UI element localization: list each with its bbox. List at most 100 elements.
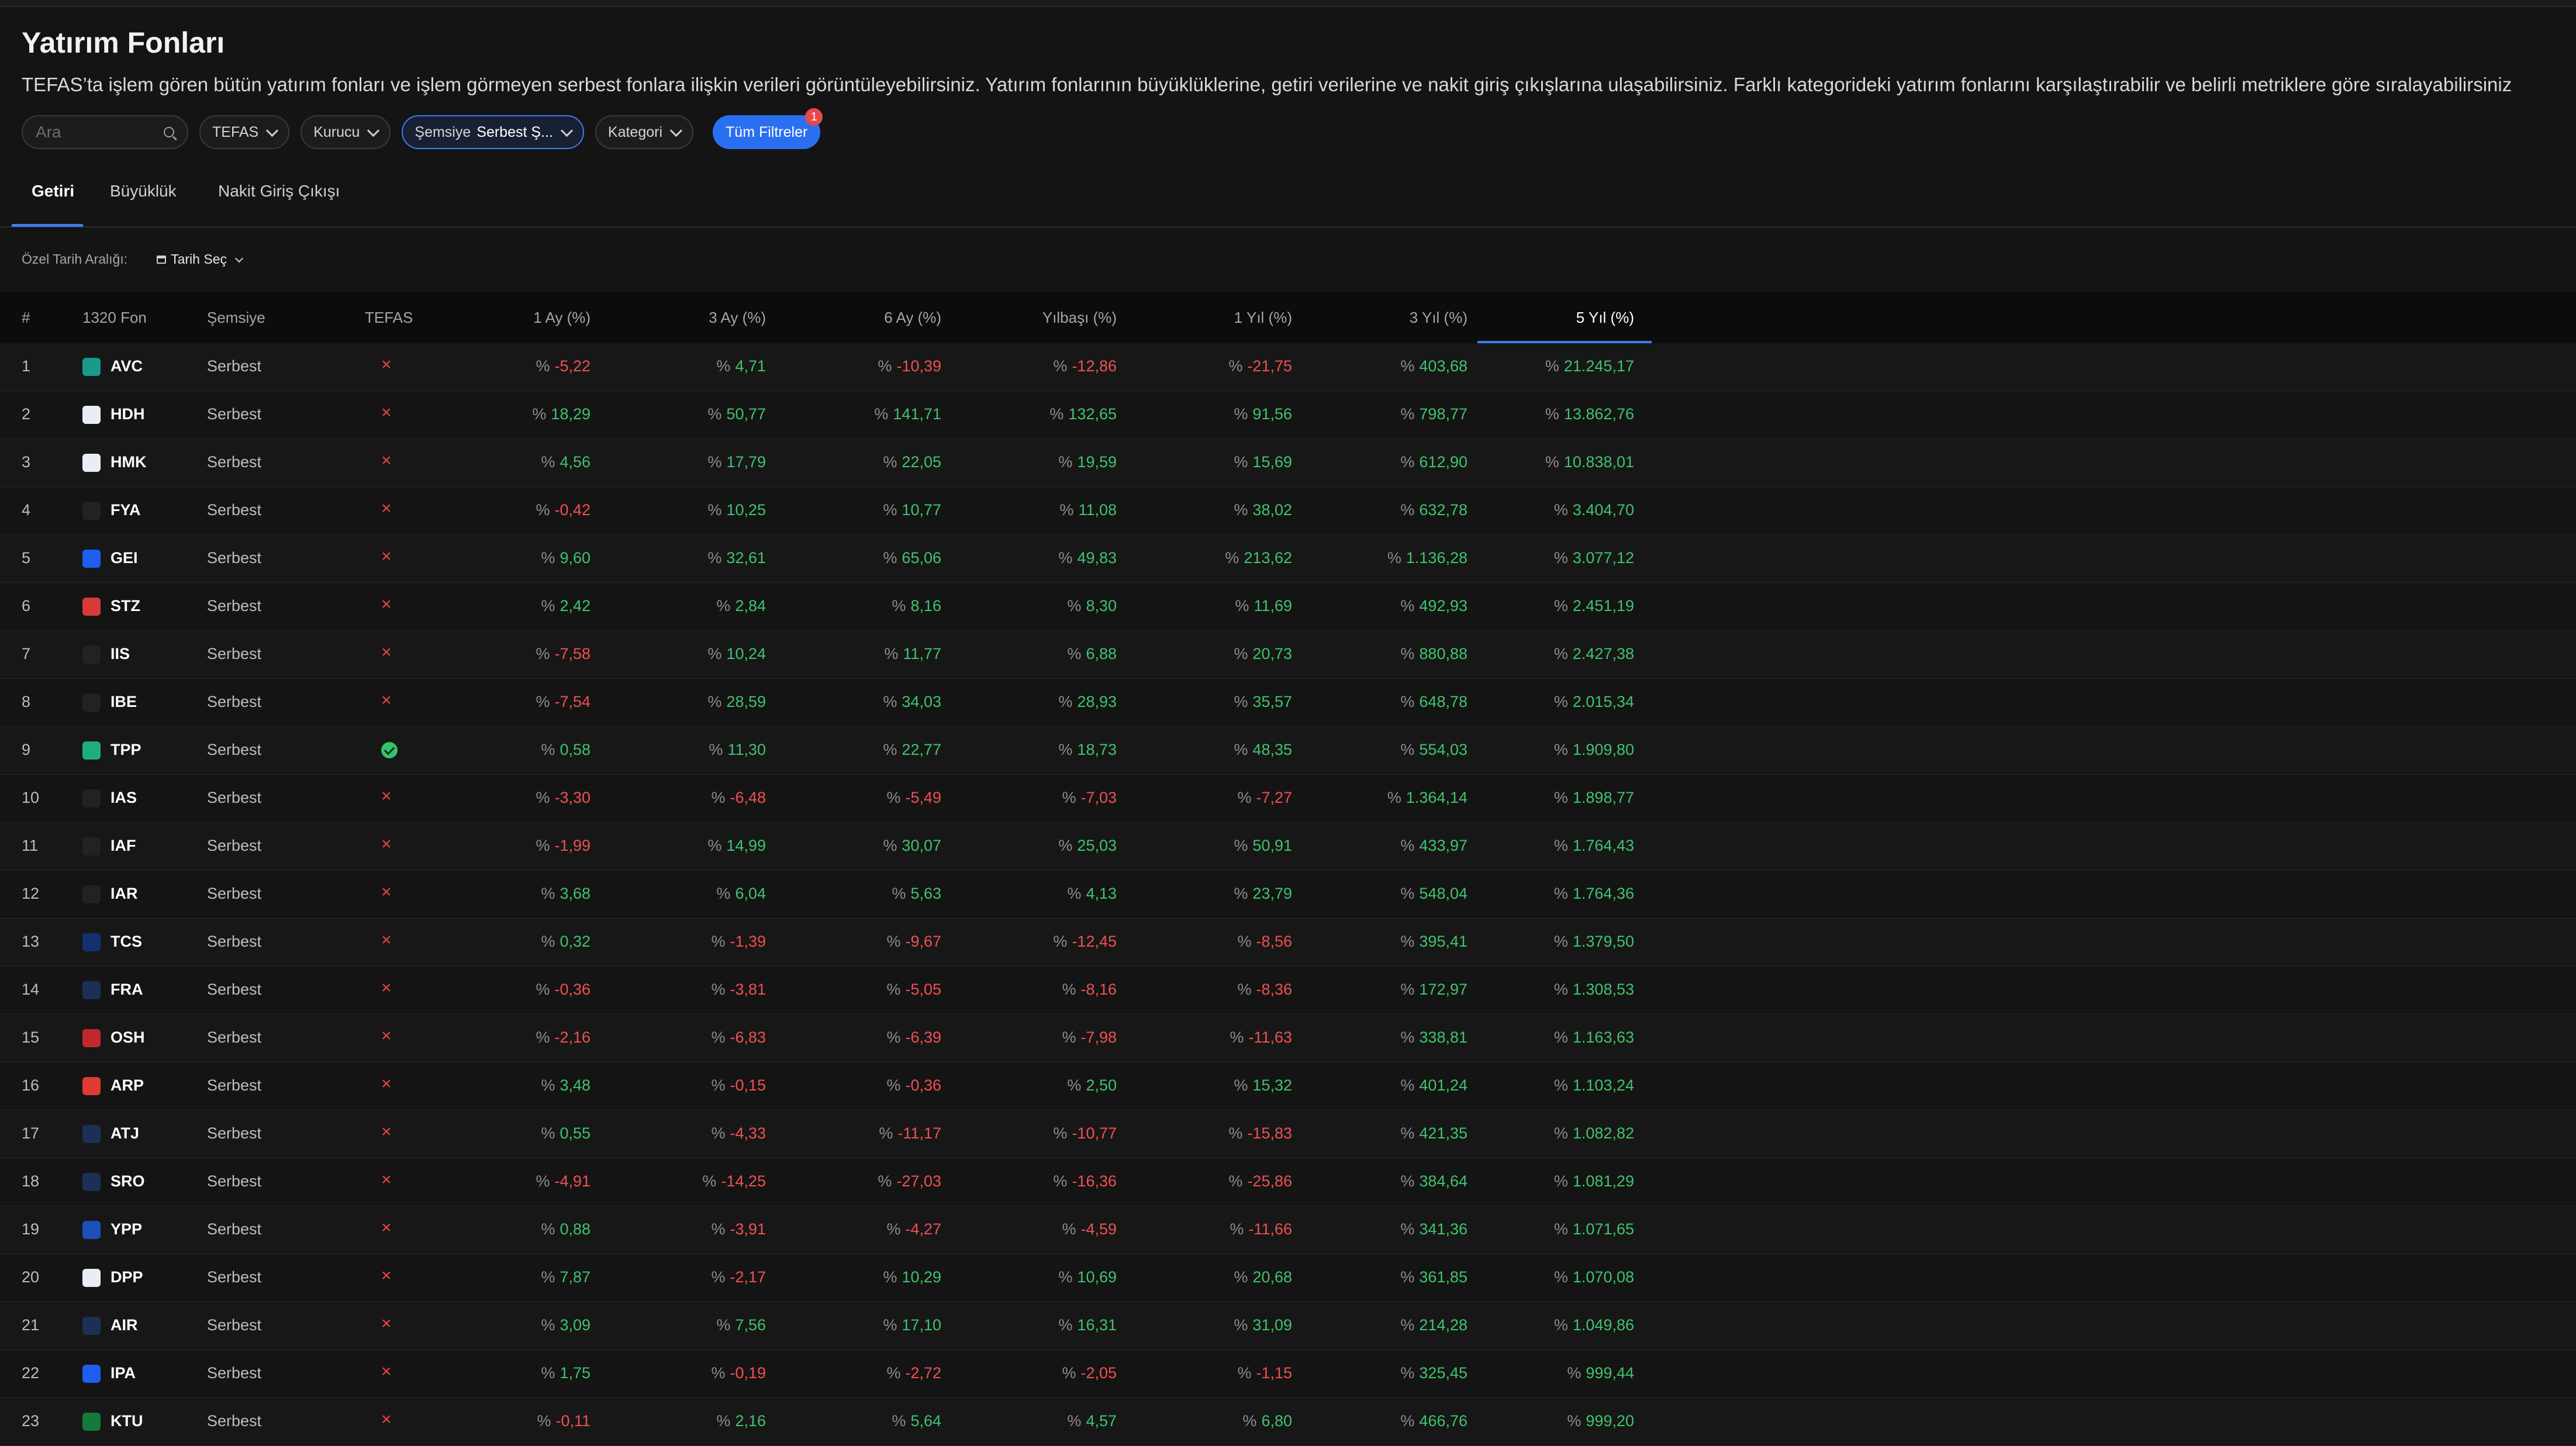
percent-sign: % <box>1545 453 1559 471</box>
table-row[interactable]: 9 TPP Serbest% 0,58% 11,30% 22,77% 18,73% 48,35… <box>0 727 2576 775</box>
fund-code[interactable]: IAS <box>111 789 137 807</box>
row-number: 21 <box>22 1316 40 1334</box>
fund-code[interactable]: SRO <box>111 1172 145 1190</box>
fund-code[interactable]: HDH <box>111 405 145 423</box>
table-row[interactable]: 14 FRA Serbest ×% -0,36% -3,81% -5,05% -8,16% -8… <box>0 967 2576 1014</box>
table-row[interactable]: 22 IPA Serbest ×% 1,75% -0,19% -2,72% -2,05% -1,… <box>0 1350 2576 1398</box>
percent-sign: % <box>1400 1172 1415 1190</box>
col-tefas[interactable]: TEFAS <box>365 309 413 327</box>
fund-logo-icon <box>82 933 101 951</box>
return-value: 632,78 <box>1419 501 1467 519</box>
return-m3: % 10,24 <box>707 645 766 663</box>
table-row[interactable]: 12 IAR Serbest ×% 3,68% 6,04% 5,63% 4,13% 23,79%… <box>0 871 2576 919</box>
kategori-filter[interactable]: Kategori <box>595 115 694 149</box>
table-row[interactable]: 17 ATJ Serbest ×% 0,55% -4,33% -11,17% -10,77% -… <box>0 1110 2576 1158</box>
fund-code[interactable]: FYA <box>111 501 141 519</box>
table-row[interactable]: 20 DPP Serbest ×% 7,87% -2,17% 10,29% 10,69% 20,… <box>0 1254 2576 1302</box>
table-row[interactable]: 18 SRO Serbest ×% -4,91% -14,25% -27,03% -16,36… <box>0 1158 2576 1206</box>
fund-code[interactable]: IIS <box>111 645 130 663</box>
col-6m[interactable]: 6 Ay (%) <box>884 309 941 327</box>
page: Yatırım Fonları TEFAS’ta işlem gören büt… <box>0 0 2576 1446</box>
percent-sign: % <box>541 1268 555 1286</box>
return-m3: % 32,61 <box>707 549 766 567</box>
table-row[interactable]: 5 GEI Serbest ×% 9,60% 32,61% 65,06% 49,83% 213,… <box>0 535 2576 583</box>
fund-code[interactable]: OSH <box>111 1029 145 1047</box>
table-row[interactable]: 2 HDH Serbest ×% 18,29% 50,77% 141,71% 132,65% 9… <box>0 391 2576 439</box>
table-row[interactable]: 11 IAF Serbest ×% -1,99% 14,99% 30,07% 25,03% 50… <box>0 823 2576 871</box>
table-row[interactable]: 15 OSH Serbest ×% -2,16% -6,83% -6,39% -7,98% -1… <box>0 1014 2576 1062</box>
fund-code[interactable]: IBE <box>111 693 137 711</box>
col-3y[interactable]: 3 Yıl (%) <box>1410 309 1467 327</box>
percent-sign: % <box>1553 741 1568 758</box>
col-5y[interactable]: 5 Yıl (%) <box>1576 309 1634 327</box>
fund-code[interactable]: AIR <box>111 1316 138 1334</box>
table-row[interactable]: 10 IAS Serbest ×% -3,30% -6,48% -5,49% -7,03% -7… <box>0 775 2576 823</box>
col-ytd[interactable]: Yılbaşı (%) <box>1042 309 1117 327</box>
return-m6: % -9,67 <box>886 933 941 951</box>
fund-logo-icon <box>82 1269 101 1287</box>
table-row[interactable]: 1 AVC Serbest ×% -5,22% 4,71% -10,39% -12,86% -2… <box>0 343 2576 391</box>
return-value: 35,57 <box>1252 693 1292 710</box>
return-m1: % -3,30 <box>536 789 591 807</box>
fund-code[interactable]: IPA <box>111 1364 136 1382</box>
date-picker-button[interactable]: Tarih Seç <box>157 251 244 267</box>
fund-code[interactable]: ATJ <box>111 1124 139 1143</box>
fund-code[interactable]: AVC <box>111 357 143 375</box>
search-input[interactable]: Ara <box>22 115 188 149</box>
table-row[interactable]: 16 ARP Serbest ×% 3,48% -0,15% -0,36% 2,50% 15,3… <box>0 1062 2576 1110</box>
fund-code[interactable]: STZ <box>111 597 140 615</box>
col-1m[interactable]: 1 Ay (%) <box>533 309 591 327</box>
percent-sign: % <box>1400 693 1415 710</box>
table-row[interactable]: 19 YPP Serbest ×% 0,88% -3,91% -4,27% -4,59% -11… <box>0 1206 2576 1254</box>
table-row[interactable]: 21 AIR Serbest ×% 3,09% 7,56% 17,10% 16,31% 31,0… <box>0 1302 2576 1350</box>
return-y3: % 648,78 <box>1400 693 1467 711</box>
table-row[interactable]: 8 IBE Serbest ×% -7,54% 28,59% 34,03% 28,93% 35,… <box>0 679 2576 727</box>
col-1y[interactable]: 1 Yıl (%) <box>1234 309 1292 327</box>
fund-code[interactable]: DPP <box>111 1268 143 1286</box>
fund-code[interactable]: GEI <box>111 549 138 567</box>
fund-code[interactable]: TCS <box>111 933 142 951</box>
tab-buyukluk[interactable]: Büyüklük <box>110 182 177 201</box>
fund-code[interactable]: IAR <box>111 885 138 903</box>
chevron-down-icon <box>234 254 244 263</box>
return-y5: % 999,20 <box>1567 1412 1634 1430</box>
fund-code[interactable]: ARP <box>111 1076 144 1095</box>
return-m3: % -6,48 <box>711 789 766 807</box>
table-row[interactable]: 3 HMK Serbest ×% 4,56% 17,79% 22,05% 19,59% 15,6… <box>0 439 2576 487</box>
col-3m[interactable]: 3 Ay (%) <box>709 309 766 327</box>
percent-sign: % <box>1059 501 1074 519</box>
chevron-down-icon <box>669 124 683 137</box>
table-row[interactable]: 6 STZ Serbest ×% 2,42% 2,84% 8,16% 8,30% 11,69% 4… <box>0 583 2576 631</box>
table-row[interactable]: 7 IIS Serbest ×% -7,58% 10,24% 11,77% 6,88% 20,7… <box>0 631 2576 679</box>
fund-code[interactable]: KTU <box>111 1412 143 1430</box>
fund-code[interactable]: TPP <box>111 741 141 759</box>
col-fund[interactable]: 1320 Fon <box>82 309 147 327</box>
fund-umbrella: Serbest <box>207 885 262 902</box>
fund-logo-icon <box>82 646 101 664</box>
cross-icon: × <box>381 451 392 470</box>
return-m1: % -2,16 <box>536 1029 591 1047</box>
fund-logo-icon <box>82 454 101 472</box>
return-y1: % -8,56 <box>1237 933 1292 951</box>
percent-sign: % <box>711 1364 726 1382</box>
col-umbrella[interactable]: Şemsiye <box>207 309 265 327</box>
return-m1: % -0,11 <box>537 1412 591 1430</box>
fund-code[interactable]: HMK <box>111 453 147 471</box>
tab-getiri[interactable]: Getiri <box>32 182 74 201</box>
semsiye-filter[interactable]: Şemsiye Serbest Ş... <box>402 115 584 149</box>
return-value: 1,75 <box>560 1364 591 1382</box>
chevron-down-icon <box>367 124 380 137</box>
all-filters-button[interactable]: Tüm Filtreler 1 <box>713 108 823 149</box>
tefas-filter[interactable]: TEFAS <box>199 115 290 149</box>
table-row[interactable]: 13 TCS Serbest ×% 0,32% -1,39% -9,67% -12,45% -8… <box>0 919 2576 967</box>
fund-code[interactable]: IAF <box>111 837 136 855</box>
table-row[interactable]: 23 KTU Serbest ×% -0,11% 2,16% 5,64% 4,57% 6,80%… <box>0 1398 2576 1446</box>
percent-sign: % <box>711 933 726 950</box>
percent-sign: % <box>1053 933 1068 950</box>
table-row[interactable]: 4 FYA Serbest ×% -0,42% 10,25% 10,77% 11,08% 38,… <box>0 487 2576 535</box>
fund-code[interactable]: FRA <box>111 981 143 999</box>
return-value: 5,63 <box>910 885 941 902</box>
fund-code[interactable]: YPP <box>111 1220 142 1238</box>
kurucu-filter[interactable]: Kurucu <box>301 115 391 149</box>
tab-nakit-giris-cikisi[interactable]: Nakit Giriş Çıkışı <box>218 182 340 201</box>
